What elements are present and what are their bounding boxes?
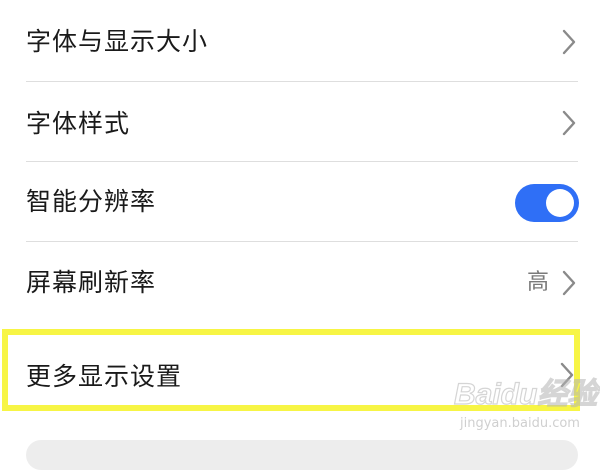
settings-row-label: 字体与显示大小 xyxy=(26,27,209,56)
settings-row-label: 屏幕刷新率 xyxy=(26,268,157,297)
watermark-url: jingyan.baidu.com xyxy=(460,416,580,431)
settings-row-label: 字体样式 xyxy=(26,109,131,138)
refresh-rate-value: 高 xyxy=(527,270,550,295)
next-settings-card xyxy=(26,440,578,470)
toggle-knob xyxy=(546,189,574,217)
settings-row-font-and-display-size[interactable]: 字体与显示大小 xyxy=(0,0,600,82)
settings-row-smart-resolution: 智能分辨率 xyxy=(0,162,600,242)
settings-row-font-style[interactable]: 字体样式 xyxy=(0,82,600,162)
smart-resolution-toggle[interactable] xyxy=(515,184,579,222)
chevron-right-icon xyxy=(558,110,580,136)
settings-row-label: 智能分辨率 xyxy=(26,187,157,216)
settings-row-label: 更多显示设置 xyxy=(26,362,183,391)
settings-row-refresh-rate[interactable]: 屏幕刷新率 高 xyxy=(0,242,600,324)
chevron-right-icon xyxy=(556,362,578,388)
chevron-right-icon xyxy=(558,270,580,296)
settings-row-more-display-settings[interactable]: 更多显示设置 xyxy=(0,329,600,411)
chevron-right-icon xyxy=(558,29,580,55)
